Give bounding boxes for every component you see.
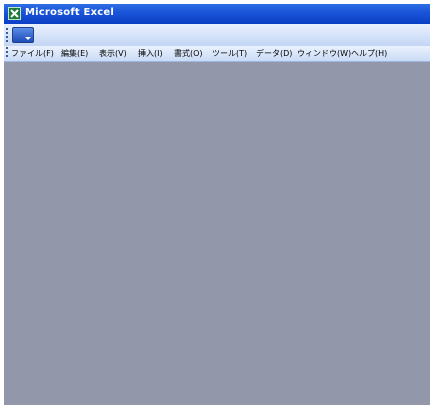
menu-help[interactable]: ヘルプ(H) bbox=[351, 47, 387, 60]
window-title: Microsoft Excel bbox=[25, 7, 114, 18]
toolbar-options-icon bbox=[25, 37, 31, 40]
menu-window[interactable]: ウィンドウ(W) bbox=[297, 47, 351, 60]
toolbar bbox=[4, 24, 430, 46]
toolbar-grip-icon[interactable] bbox=[6, 28, 8, 42]
menu-insert[interactable]: 挿入(I) bbox=[138, 47, 163, 60]
workspace bbox=[4, 62, 430, 405]
menu-data[interactable]: データ(D) bbox=[256, 47, 292, 60]
title-bar[interactable]: Microsoft Excel bbox=[4, 4, 430, 24]
menu-edit[interactable]: 編集(E) bbox=[61, 47, 88, 60]
menu-file[interactable]: ファイル(F) bbox=[11, 47, 54, 60]
menu-bar: ファイル(F) 編集(E) 表示(V) 挿入(I) 書式(O) ツール(T) デ… bbox=[4, 46, 430, 62]
toolbar-options-button[interactable] bbox=[12, 27, 34, 43]
excel-icon[interactable] bbox=[8, 7, 21, 20]
menu-format[interactable]: 書式(O) bbox=[174, 47, 203, 60]
menubar-grip-icon[interactable] bbox=[6, 47, 8, 59]
menu-view[interactable]: 表示(V) bbox=[99, 47, 127, 60]
menu-tools[interactable]: ツール(T) bbox=[212, 47, 247, 60]
excel-window: Microsoft Excel ファイル(F) 編集(E) 表示(V) 挿入(I… bbox=[4, 4, 430, 405]
